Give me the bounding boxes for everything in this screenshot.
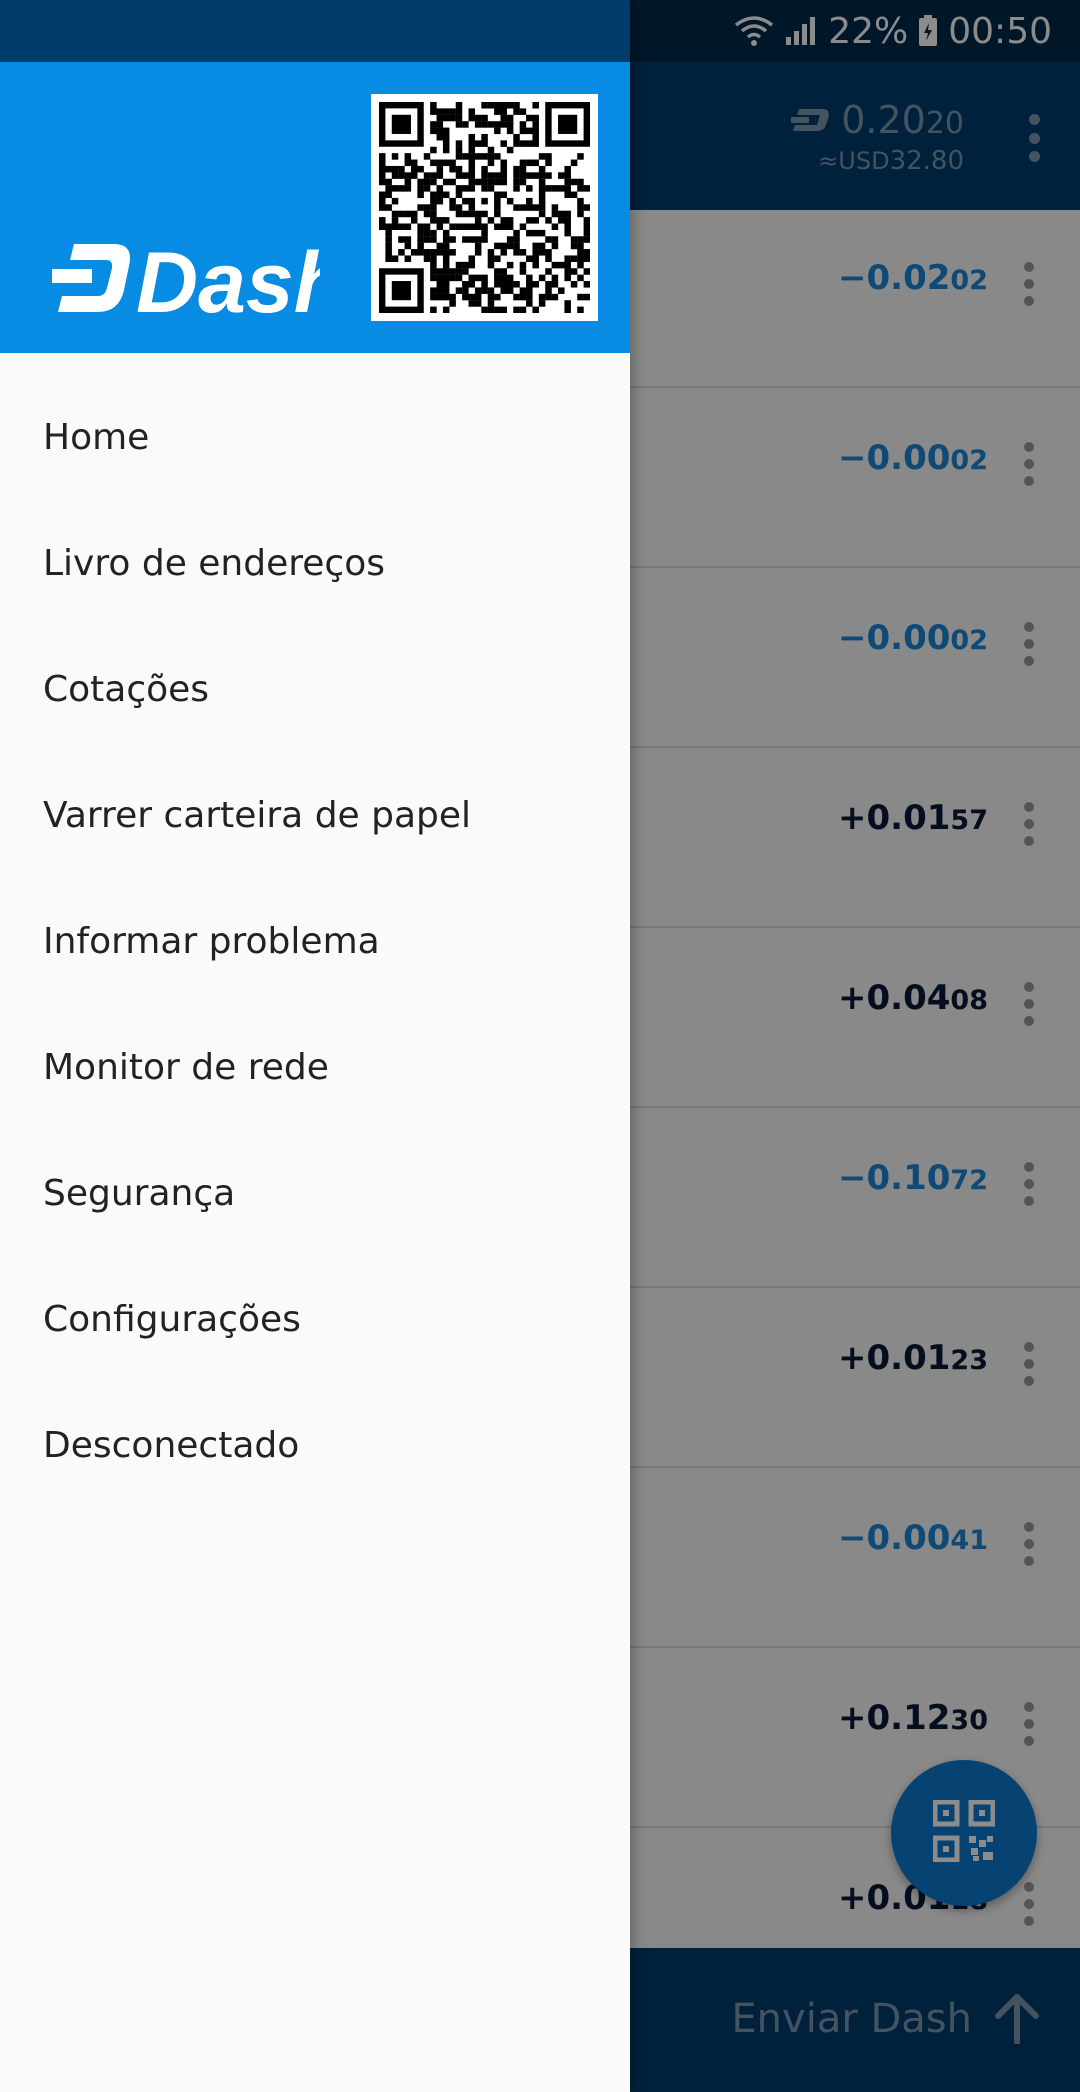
menu-item-sweep-paper-wallet[interactable]: Varrer carteira de papel — [0, 752, 630, 878]
wallet-address-qr[interactable] — [371, 94, 598, 321]
drawer-status-area — [0, 0, 630, 62]
dash-logo: Dash — [52, 235, 346, 331]
menu-item-network-monitor[interactable]: Monitor de rede — [0, 1004, 630, 1130]
menu-item-settings[interactable]: Configurações — [0, 1256, 630, 1382]
navigation-drawer: Dash Home Livro de endereços Cotações Va… — [0, 0, 630, 2092]
menu-item-exchange-rates[interactable]: Cotações — [0, 626, 630, 752]
menu-item-report-issue[interactable]: Informar problema — [0, 878, 630, 1004]
qr-code-icon — [379, 102, 590, 313]
menu-item-disconnect[interactable]: Desconectado — [0, 1382, 630, 1508]
logo-text: Dash — [136, 238, 320, 320]
drawer-header: Dash — [0, 62, 630, 353]
menu-item-security[interactable]: Segurança — [0, 1130, 630, 1256]
menu-item-home[interactable]: Home — [0, 374, 630, 500]
drawer-menu: Home Livro de endereços Cotações Varrer … — [0, 374, 630, 1508]
menu-item-address-book[interactable]: Livro de endereços — [0, 500, 630, 626]
